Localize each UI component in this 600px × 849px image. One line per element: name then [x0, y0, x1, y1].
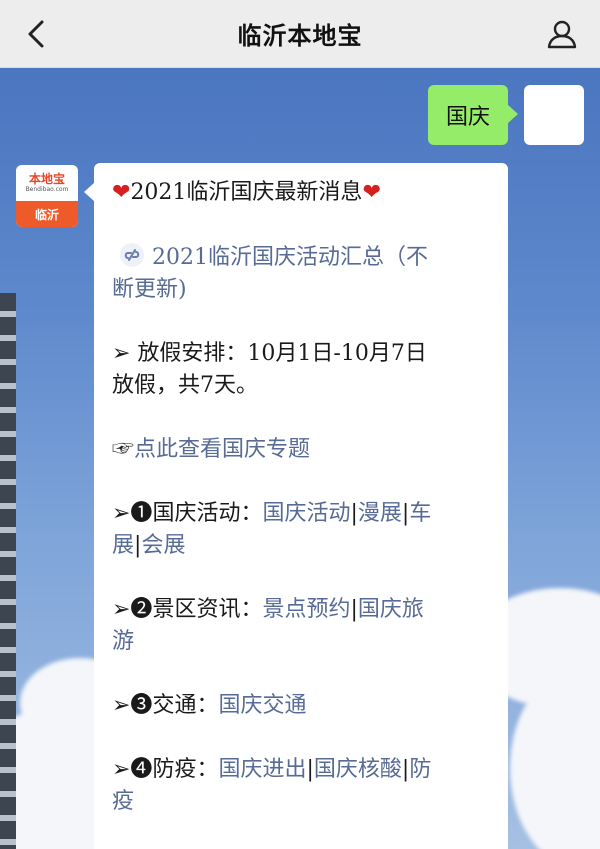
bot-avatar[interactable]: 本地宝 Bendibao.com 临沂	[16, 165, 78, 227]
link-national-day-travel[interactable]: 游	[112, 629, 134, 654]
link-national-day-travel[interactable]: 国庆旅	[358, 597, 424, 622]
top-navigation-bar: 临沂本地宝	[0, 0, 600, 68]
link-car-show[interactable]: 展	[112, 533, 134, 558]
mini-program-link-icon	[118, 241, 146, 269]
link-national-day-traffic[interactable]: 国庆交通	[218, 693, 306, 718]
bot-avatar-city: 临沂	[16, 201, 78, 227]
link-scenic-reservation[interactable]: 景点预约	[262, 597, 350, 622]
activity-summary-link[interactable]: 2021临沂国庆活动汇总（不断更新)	[112, 241, 490, 306]
section-marker: ➢❸	[112, 693, 153, 718]
link-nucleic-test[interactable]: 国庆核酸	[314, 757, 402, 782]
bot-avatar-domain: Bendibao.com	[25, 185, 69, 193]
link-comic-expo[interactable]: 漫展	[358, 501, 402, 526]
holiday-schedule-text: 放假，共7天。	[112, 373, 258, 398]
link-separator: |	[350, 597, 358, 622]
section-scenic: ➢❷景区资讯：景点预约|国庆旅游	[112, 594, 490, 658]
section-label: 防疫：	[152, 757, 219, 782]
background-building	[0, 293, 16, 849]
holiday-schedule-text: ➢ 放假安排：10月1日-10月7日	[112, 341, 427, 366]
holiday-schedule: ➢ 放假安排：10月1日-10月7日 放假，共7天。	[112, 338, 490, 402]
link-national-day-activities[interactable]: 国庆活动	[262, 501, 350, 526]
section-epidemic: ➢❹防疫：国庆进出|国庆核酸|防疫	[112, 754, 490, 818]
topic-row: ☞点此查看国庆专题	[112, 434, 490, 466]
bot-avatar-logo: 本地宝 Bendibao.com	[16, 165, 78, 201]
activity-summary-link-text[interactable]: 断更新)	[112, 277, 187, 302]
section-marker: ➢❹	[112, 757, 153, 782]
link-epidemic-prevention[interactable]: 防	[409, 757, 431, 782]
back-button[interactable]	[18, 16, 54, 52]
user-message-row: 国庆	[427, 85, 584, 145]
heart-icon: ❤	[112, 180, 131, 205]
chat-title: 临沂本地宝	[237, 22, 363, 50]
user-avatar[interactable]	[524, 85, 584, 145]
chevron-left-icon	[28, 20, 44, 48]
section-marker: ➢❶	[112, 501, 153, 526]
link-separator: |	[350, 501, 358, 526]
reply-heading: ❤2021临沂国庆最新消息❤	[112, 177, 490, 209]
link-epidemic-prevention[interactable]: 疫	[112, 789, 134, 814]
bot-message-bubble: ❤2021临沂国庆最新消息❤ 2021临沂国庆活动汇总（不断更新) ➢ 放假安排…	[84, 163, 508, 849]
section-label: 交通：	[152, 693, 219, 718]
link-separator: |	[306, 757, 314, 782]
topic-link[interactable]: 点此查看国庆专题	[134, 437, 310, 462]
section-traffic: ➢❸交通：国庆交通	[112, 690, 490, 722]
profile-button[interactable]	[544, 16, 580, 52]
section-activities: ➢❶国庆活动：国庆活动|漫展|车 展|会展	[112, 498, 490, 562]
link-car-show[interactable]: 车	[409, 501, 431, 526]
section-marker: ➢❷	[112, 597, 153, 622]
reply-heading-text: 2021临沂国庆最新消息	[130, 180, 363, 205]
heart-icon: ❤	[362, 180, 381, 205]
link-exhibitions[interactable]: 会展	[141, 533, 185, 558]
chat-area[interactable]: 国庆 本地宝 Bendibao.com 临沂 ❤2021临沂国庆最新消息❤ 20…	[0, 68, 600, 849]
activity-summary-link-text[interactable]: 2021临沂国庆活动汇总（不	[152, 245, 428, 270]
link-entry-exit[interactable]: 国庆进出	[218, 757, 306, 782]
user-message-text: 国庆	[445, 105, 490, 130]
pointing-hand-icon: ☞	[112, 437, 135, 462]
bot-avatar-brand: 本地宝	[28, 171, 65, 186]
user-profile-icon	[547, 20, 577, 49]
user-message-bubble[interactable]: 国庆	[427, 85, 519, 145]
section-label: 国庆活动：	[152, 501, 263, 526]
section-label: 景区资讯：	[152, 597, 263, 622]
